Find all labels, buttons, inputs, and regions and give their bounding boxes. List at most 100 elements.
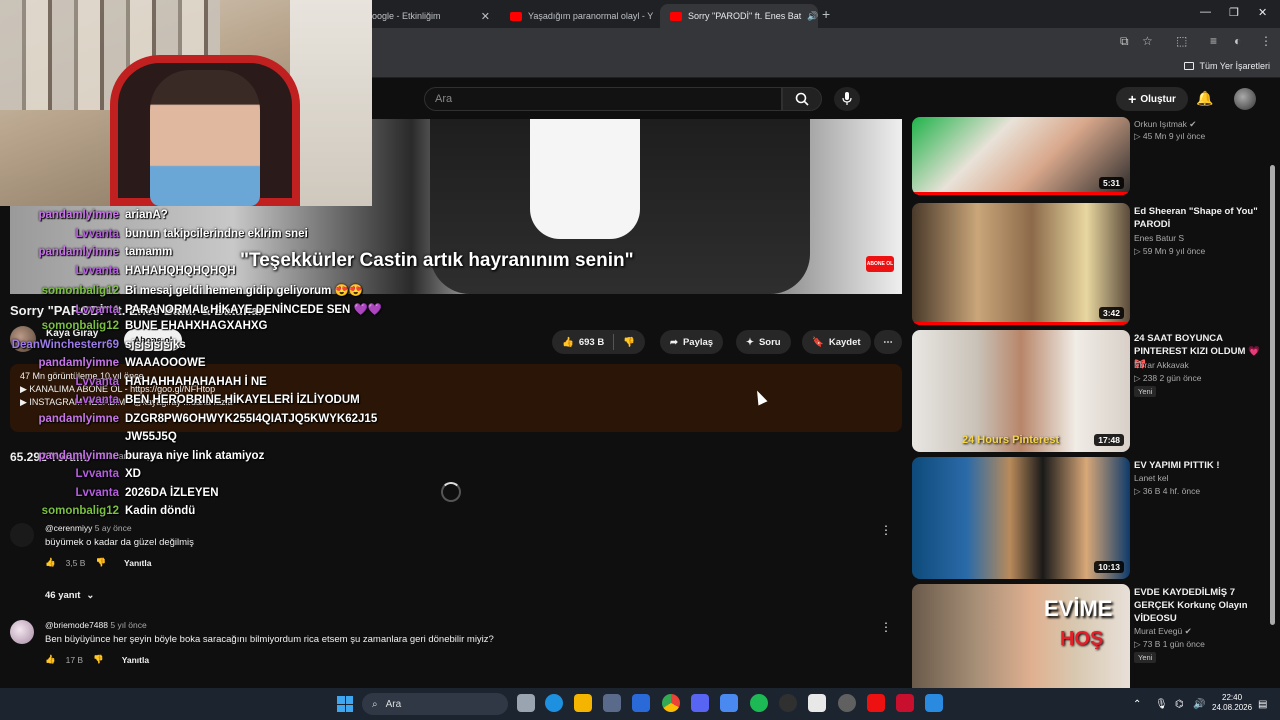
media-icon[interactable]: ≡ xyxy=(1210,34,1217,48)
search-button[interactable] xyxy=(782,87,822,111)
rec-channel[interactable]: Lanet kel xyxy=(1134,473,1169,483)
app-icon[interactable] xyxy=(720,694,738,712)
file-explorer-icon[interactable] xyxy=(574,694,592,712)
chat-username: Lvvanta xyxy=(75,264,119,277)
app-icon[interactable] xyxy=(632,694,650,712)
comment-actions: 👍 3,5 B 👎 Yanıtla xyxy=(45,557,151,568)
recommendation-item[interactable]: 24 Hours Pinterest 17:48 24 SAAT BOYUNCA… xyxy=(912,330,1272,452)
rec-meta: ▷ 238 2 gün önce xyxy=(1134,373,1202,383)
comment-avatar[interactable] xyxy=(10,620,34,644)
thumbs-up-icon[interactable]: 👍 xyxy=(562,337,574,348)
comment-menu-icon[interactable]: ⋮ xyxy=(880,523,892,537)
edge-icon[interactable] xyxy=(545,694,563,712)
tab-sorry-parodi[interactable]: Sorry "PARODİ" ft. Enes Bat 🔊 ✕ xyxy=(660,4,818,28)
taskbar-clock[interactable]: 22:40 24.08.2026 xyxy=(1212,693,1252,713)
recommendation-item[interactable]: 3:42 Ed Sheeran "Shape of You" PARODİ En… xyxy=(912,203,1272,325)
new-tab-plus-icon[interactable]: + xyxy=(822,6,830,22)
recommendation-item[interactable]: 10:13 EV YAPIMI PITTIK ! Lanet kel ▷ 36 … xyxy=(912,457,1272,579)
save-button[interactable]: 🔖 Kaydet xyxy=(802,330,871,354)
voice-search-button[interactable] xyxy=(834,87,860,111)
video-thumbnail[interactable]: 3:42 xyxy=(912,203,1130,325)
thumbs-down-icon[interactable]: 👎 xyxy=(95,557,106,568)
app-icon[interactable] xyxy=(925,694,943,712)
rec-title[interactable]: EV YAPIMI PITTIK ! xyxy=(1134,459,1266,472)
star-icon[interactable]: ☆ xyxy=(1142,34,1153,48)
chat-text: BUNE EHAHXHAGXAHXG xyxy=(125,320,268,332)
reply-button[interactable]: Yanıtla xyxy=(124,558,151,568)
rec-channel[interactable]: Orkun Işıtmak ✔ xyxy=(1134,119,1196,130)
tray-chevron-icon[interactable]: ⌃ xyxy=(1133,699,1141,710)
more-actions-button[interactable]: ⋯ xyxy=(874,330,902,354)
rec-title[interactable]: Ed Sheeran "Shape of You" PARODİ xyxy=(1134,205,1266,231)
webcam-streamer xyxy=(150,70,260,206)
more-icon[interactable]: ⋮ xyxy=(1260,34,1272,48)
obs-icon[interactable] xyxy=(779,694,797,712)
chat-message: Lvvanta 2026DA İZLEYEN xyxy=(10,487,219,505)
volume-icon[interactable]: 🔊 xyxy=(1193,699,1205,710)
spotify-icon[interactable] xyxy=(750,694,768,712)
chat-text: DZGR8PW6OHWYK255I4QIATJQ5KWYK62J15 xyxy=(125,412,378,425)
search-input[interactable]: Ara xyxy=(424,87,782,111)
task-view-icon[interactable] xyxy=(517,694,535,712)
discord-icon[interactable] xyxy=(691,694,709,712)
network-icon[interactable]: ⌬ xyxy=(1175,699,1184,710)
profile-icon[interactable]: ◐ xyxy=(1234,34,1241,48)
thumbs-down-icon[interactable]: 👎 xyxy=(93,654,104,665)
thumbs-up-icon[interactable]: 👍 xyxy=(45,557,56,568)
all-bookmarks[interactable]: Tüm Yer İşaretleri xyxy=(1184,61,1270,71)
video-thumbnail[interactable]: 24 Hours Pinterest 17:48 xyxy=(912,330,1130,452)
share-button[interactable]: ➦ Paylaş xyxy=(660,330,724,354)
notification-center-icon[interactable]: ▤ xyxy=(1258,699,1267,710)
comment-avatar[interactable] xyxy=(10,523,34,547)
tab-paranormal[interactable]: Yaşadığım paranormal olayl - Y ✕ xyxy=(500,4,658,28)
video-thumbnail[interactable]: EVİME HOŞ xyxy=(912,584,1130,688)
create-button[interactable]: + Oluştur xyxy=(1116,87,1188,111)
account-avatar[interactable] xyxy=(1234,88,1256,110)
verified-icon: ✔ xyxy=(1189,119,1197,129)
rec-channel[interactable]: Murat Evegü ✔ xyxy=(1134,626,1192,637)
recommendation-item[interactable]: 5:31 Orkun Işıtmak ✔ ▷ 45 Mn 9 yıl önce xyxy=(912,117,1272,199)
rec-meta: ▷ 45 Mn 9 yıl önce xyxy=(1134,131,1206,141)
replies-toggle[interactable]: 46 yanıt ⌄ xyxy=(45,590,94,601)
new-badge: Yeni xyxy=(1134,652,1157,663)
chat-message: pandamlyimne DZGR8PW6OHWYK255I4QIATJQ5KWY… xyxy=(10,413,377,431)
cast-icon[interactable]: ⧉ xyxy=(1120,34,1129,49)
thumbs-down-icon[interactable]: 👎 xyxy=(623,337,635,348)
minimize-icon[interactable]: — xyxy=(1200,6,1211,18)
maximize-icon[interactable]: ❐ xyxy=(1229,6,1239,19)
extensions-icon[interactable]: ⬚ xyxy=(1176,34,1187,48)
reply-button[interactable]: Yanıtla xyxy=(122,655,149,665)
comment-time: 5 ay önce xyxy=(94,523,132,533)
app-icon[interactable] xyxy=(896,694,914,712)
windows-start-icon[interactable] xyxy=(337,696,353,712)
settings-icon[interactable] xyxy=(838,694,856,712)
comment-handle[interactable]: @cerenmiyy 5 ay önce xyxy=(45,523,132,533)
chat-message: Lvvanta BEN HEROBRINE HİKAYELERİ İZLİYODU… xyxy=(10,394,360,412)
tab-google-activity[interactable]: oogle - Etkinliğim ✕ xyxy=(362,4,500,28)
taskbar-search[interactable]: ⌕ Ara xyxy=(362,693,508,715)
notifications-bell-icon[interactable]: 🔔 xyxy=(1196,90,1213,107)
like-count[interactable]: 693 B xyxy=(579,337,604,348)
window-close-icon[interactable]: ✕ xyxy=(1258,6,1267,19)
page-scrollbar[interactable] xyxy=(1270,165,1275,625)
comment-menu-icon[interactable]: ⋮ xyxy=(880,620,892,634)
close-icon[interactable]: ✕ xyxy=(481,10,490,23)
rec-channel[interactable]: Enes Batur S xyxy=(1134,233,1184,243)
subscribe-watermark[interactable]: ABONE OL xyxy=(866,256,894,272)
thumbs-up-icon[interactable]: 👍 xyxy=(45,654,56,665)
comment-actions: 👍 17 B 👎 Yanıtla xyxy=(45,654,149,665)
video-thumbnail[interactable]: 10:13 xyxy=(912,457,1130,579)
recommendation-item[interactable]: EVİME HOŞ EVDE KAYDEDİLMİŞ 7 GERÇEK Kork… xyxy=(912,584,1272,688)
ask-button[interactable]: ✦ Soru xyxy=(736,330,791,354)
rec-channel[interactable]: Ebrar Akkavak xyxy=(1134,360,1189,370)
share-icon: ➦ xyxy=(670,336,678,348)
create-label: Oluştur xyxy=(1140,93,1176,105)
comment-handle[interactable]: @briemode7488 5 yıl önce xyxy=(45,620,147,630)
video-thumbnail[interactable]: 5:31 xyxy=(912,117,1130,195)
rec-title[interactable]: EVDE KAYDEDİLMİŞ 7 GERÇEK Korkunç Olayın… xyxy=(1134,586,1266,625)
chrome-icon[interactable] xyxy=(662,694,680,712)
app-icon[interactable] xyxy=(867,694,885,712)
microphone-icon[interactable]: 🎙 xyxy=(1155,699,1168,710)
app-icon[interactable] xyxy=(808,694,826,712)
store-icon[interactable] xyxy=(603,694,621,712)
